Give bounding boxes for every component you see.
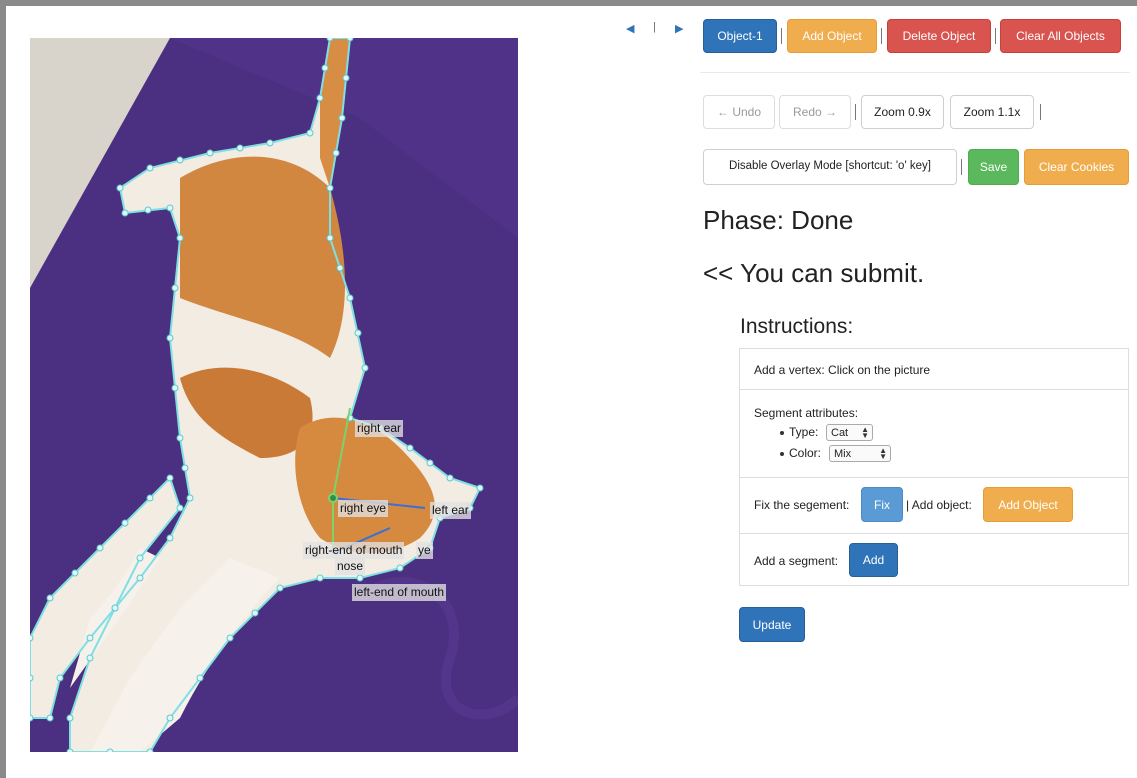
select-arrows-icon: ▲ ▼ <box>861 425 869 440</box>
toolbar-separator <box>1040 104 1041 120</box>
segment-attributes-text: Segment attributes: <box>754 406 859 420</box>
instructions-panel: Add a vertex: Click on the picture Segme… <box>739 348 1129 586</box>
instruction-row-fix-segment: Fix the segement: Fix | Add object: Add … <box>740 477 1128 533</box>
toolbar-separator <box>961 159 962 175</box>
color-select-value: Mix <box>834 447 852 460</box>
add-vertex-text: Add a vertex: Click on the picture <box>754 363 931 377</box>
bullet <box>780 431 784 435</box>
canvas-image[interactable] <box>30 38 518 752</box>
phase-status: Phase: Done <box>703 205 854 235</box>
delete-object-button[interactable]: Delete Object <box>887 19 991 53</box>
save-button[interactable]: Save <box>968 149 1019 185</box>
instruction-row-segment-attributes: Segment attributes: Type: Cat ▲ ▼ Color: … <box>740 389 1128 477</box>
clear-cookies-button[interactable]: Clear Cookies <box>1024 149 1129 185</box>
toolbar-separator <box>855 104 856 120</box>
add-object-button[interactable]: Add Object <box>787 19 877 53</box>
nav-divider: | <box>653 21 656 33</box>
instruction-row-add-segment: Add a segment: Add <box>740 533 1128 585</box>
fix-button[interactable]: Fix <box>861 487 903 522</box>
window-frame-top <box>0 0 1137 6</box>
keypoint-label-right-ear: right ear <box>355 420 404 437</box>
toolbar-separator <box>995 28 996 44</box>
color-select[interactable]: Mix ▲ ▼ <box>829 445 891 462</box>
zoom-out-button[interactable]: Zoom 0.9x <box>861 95 944 129</box>
prev-object-icon[interactable]: ◀ <box>626 22 634 35</box>
object-1-button[interactable]: Object-1 <box>703 19 777 53</box>
bullet <box>780 452 784 456</box>
undo-button[interactable]: ← Undo <box>703 95 775 129</box>
instructions-heading: Instructions: <box>740 315 854 338</box>
zoom-in-button[interactable]: Zoom 1.1x <box>950 95 1034 129</box>
keypoint-label-ye: ye <box>416 542 433 559</box>
fix-segment-label: Fix the segement: <box>754 498 850 512</box>
clear-all-objects-button[interactable]: Clear All Objects <box>1000 19 1121 53</box>
keypoint-label-left-mouth: left-end of mouth <box>352 584 447 601</box>
select-arrows-icon: ▲ ▼ <box>879 446 887 461</box>
disable-overlay-button[interactable]: Disable Overlay Mode [shortcut: 'o' key] <box>703 149 957 185</box>
add-object-inline-button[interactable]: Add Object <box>983 487 1073 522</box>
toolbar-separator <box>781 28 782 44</box>
toolbar-separator <box>881 28 882 44</box>
keypoint-label-left-ear: left ear <box>430 502 471 519</box>
add-segment-button[interactable]: Add <box>849 543 898 577</box>
add-object-label: | Add object: <box>906 498 972 512</box>
annotation-canvas[interactable]: right ear right eye left ear right-end o… <box>30 38 518 752</box>
type-label: Type: <box>789 425 819 439</box>
keypoint-label-right-mouth: right-end of mouth <box>303 542 405 559</box>
submit-message: << You can submit. <box>703 258 925 288</box>
window-frame-left <box>0 0 6 778</box>
keypoint-label-nose: nose <box>335 558 366 575</box>
redo-button[interactable]: Redo → <box>779 95 851 129</box>
next-object-icon[interactable]: ▶ <box>675 22 683 35</box>
add-segment-label: Add a segment: <box>754 554 839 568</box>
type-select-value: Cat <box>831 426 849 439</box>
color-label: Color: <box>789 446 822 460</box>
type-select[interactable]: Cat ▲ ▼ <box>826 424 873 441</box>
update-button[interactable]: Update <box>739 607 805 642</box>
keypoint-label-right-eye: right eye <box>338 500 389 517</box>
instruction-row-add-vertex: Add a vertex: Click on the picture <box>740 349 1128 389</box>
toolbar-divider <box>700 72 1130 73</box>
